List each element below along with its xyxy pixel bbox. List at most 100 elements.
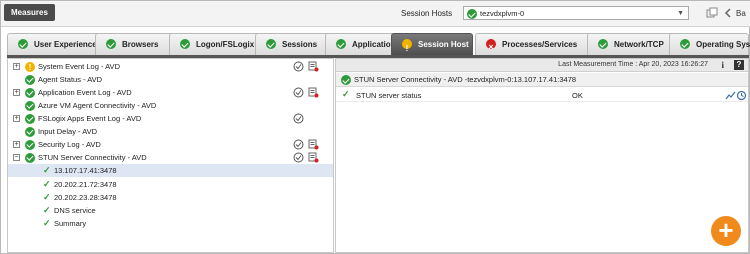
graph-icon[interactable] [725, 90, 736, 101]
add-button[interactable]: + [711, 216, 741, 246]
chevron-down-icon[interactable]: ▼ [677, 10, 684, 17]
tab-label: Session Host [418, 40, 469, 49]
diagnosis-icon[interactable] [293, 61, 304, 72]
tests-tree: + System Event Log - AVD Agent Status - … [7, 58, 334, 253]
back-link[interactable]: Ba [736, 9, 746, 18]
diagnosis-icon[interactable] [293, 113, 304, 124]
details-icon[interactable] [308, 139, 319, 150]
detach-window-icon[interactable] [706, 7, 718, 19]
tree-item-label: STUN Server Connectivity - AVD [38, 153, 147, 162]
measure-details: Last Measurement Time : Apr 20, 2023 16:… [335, 58, 749, 253]
expand-icon[interactable]: + [13, 141, 20, 148]
check-icon: ✓ [43, 179, 51, 189]
tree-item-label: Application Event Log - AVD [38, 88, 132, 97]
session-host-value: tezvdxplvm-0 [480, 9, 525, 18]
warning-status-icon [25, 61, 35, 74]
tab-user-experience[interactable]: User Experience [7, 33, 100, 55]
tab-label: User Experience [34, 40, 97, 49]
ok-status-icon [25, 113, 35, 124]
tab-logon-fslogix[interactable]: Logon/FSLogix [169, 33, 260, 55]
row-actions [293, 152, 323, 163]
back-icon[interactable] [723, 7, 735, 19]
tree-child-label: 13.107.17.41:3478 [54, 166, 117, 175]
ok-status-icon [336, 39, 346, 49]
ok-status-icon [266, 39, 276, 49]
tree-item-azure-vm-agent-connectivity[interactable]: Azure VM Agent Connectivity - AVD [8, 99, 333, 112]
ok-status-icon [25, 139, 35, 150]
history-icon[interactable] [736, 90, 747, 101]
warning-status-icon [402, 38, 412, 59]
tab-label: Operating System [696, 40, 750, 49]
check-icon: ✓ [43, 192, 51, 202]
tree-item-security-log[interactable]: + Security Log - AVD [8, 138, 333, 151]
expand-icon[interactable]: + [13, 115, 20, 122]
ok-status-icon [598, 39, 608, 49]
tree-child-label: 20.202.23.28:3478 [54, 193, 117, 202]
ok-status-icon [25, 100, 35, 111]
diagnosis-icon[interactable] [293, 139, 304, 150]
tree-item-input-delay[interactable]: Input Delay - AVD [8, 125, 333, 138]
row-actions [293, 87, 323, 98]
tree-child-label: 20.202.21.72:3478 [54, 180, 117, 189]
layer-tabs: User Experience Browsers Logon/FSLogix S… [7, 33, 750, 59]
ok-status-icon [180, 39, 190, 49]
tree-child-13-107-17-41[interactable]: ✓ 13.107.17.41:3478 [8, 164, 333, 177]
tab-processes-services[interactable]: Processes/Services [475, 33, 593, 58]
details-icon[interactable] [308, 61, 319, 72]
tree-item-label: FSLogix Apps Event Log - AVD [38, 114, 142, 123]
tree-item-label: Agent Status - AVD [38, 75, 103, 84]
tree-item-fslogix-apps-event-log[interactable]: + FSLogix Apps Event Log - AVD [8, 112, 333, 125]
ok-status-icon [680, 39, 690, 49]
tab-browsers[interactable]: Browsers [95, 33, 175, 55]
collapse-icon[interactable]: − [13, 154, 20, 161]
help-icon[interactable]: ? [734, 60, 744, 70]
row-actions [293, 113, 323, 124]
details-icon[interactable] [308, 87, 319, 98]
detail-header: Last Measurement Time : Apr 20, 2023 16:… [336, 59, 748, 72]
tree-item-label: Input Delay - AVD [38, 127, 98, 136]
tab-operating-system[interactable]: Operating System [669, 33, 750, 55]
diagnosis-icon[interactable] [293, 87, 304, 98]
row-actions [293, 61, 323, 72]
measures-badge: Measures [4, 4, 55, 21]
measures-panel: Measures Session Hosts tezvdxplvm-0 ▼ Ba… [0, 0, 750, 254]
tree-child-label: Summary [54, 219, 87, 228]
session-hosts-label: Session Hosts [401, 9, 453, 18]
diagnosis-icon[interactable] [293, 152, 304, 163]
tree-item-agent-status[interactable]: Agent Status - AVD [8, 73, 333, 86]
last-measurement-time: Last Measurement Time : Apr 20, 2023 16:… [558, 61, 708, 68]
tree-item-stun-server-connectivity[interactable]: − STUN Server Connectivity - AVD [8, 151, 333, 164]
check-icon: ✓ [342, 89, 350, 99]
tab-session-host[interactable]: Session Host [391, 33, 473, 59]
tab-label: Processes/Services [502, 40, 578, 49]
tab-label: Sessions [282, 40, 318, 49]
ok-status-icon [25, 152, 35, 163]
ok-status-icon [341, 75, 351, 85]
tree-item-system-event-log[interactable]: + System Event Log - AVD [8, 60, 333, 74]
tab-label: Logon/FSLogix [196, 40, 255, 49]
test-title: STUN Server Connectivity - AVD -tezvdxpl… [354, 75, 577, 84]
check-icon: ✓ [43, 165, 51, 175]
session-host-select[interactable]: tezvdxplvm-0 ▼ [463, 6, 689, 20]
measure-row: ✓ STUN server status OK [336, 89, 748, 102]
tree-child-summary[interactable]: ✓ Summary [8, 217, 333, 230]
ok-status-icon [18, 39, 28, 49]
tree-child-20-202-21-72[interactable]: ✓ 20.202.21.72:3478 [8, 178, 333, 191]
ok-status-icon [25, 74, 35, 85]
expand-icon[interactable]: + [13, 89, 20, 96]
check-icon: ✓ [43, 218, 51, 228]
tab-network-tcp[interactable]: Network/TCP [587, 33, 679, 55]
tree-item-application-event-log[interactable]: + Application Event Log - AVD [8, 86, 333, 99]
ok-status-icon [25, 87, 35, 98]
tree-child-dns-service[interactable]: ✓ DNS service [8, 204, 333, 217]
details-icon[interactable] [308, 152, 319, 163]
measure-value: OK [572, 91, 583, 100]
test-title-bar: STUN Server Connectivity - AVD -tezvdxpl… [336, 73, 748, 87]
top-bar: Measures Session Hosts tezvdxplvm-0 ▼ Ba [1, 1, 750, 27]
tree-child-20-202-23-28[interactable]: ✓ 20.202.23.28:3478 [8, 191, 333, 204]
tab-sessions[interactable]: Sessions [255, 33, 331, 55]
row-actions [293, 139, 323, 150]
info-icon[interactable]: i [721, 60, 724, 70]
check-icon: ✓ [43, 205, 51, 215]
expand-icon[interactable]: + [13, 63, 20, 70]
